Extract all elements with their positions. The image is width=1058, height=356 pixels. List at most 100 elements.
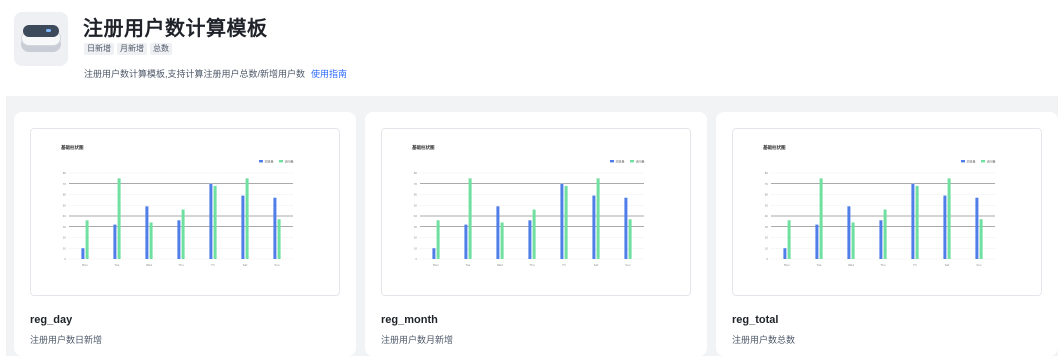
y-tick-label: 50 <box>765 203 769 207</box>
bar-series-a <box>879 220 883 259</box>
y-tick-label: 80 <box>63 171 67 175</box>
y-tick-label: 0 <box>415 257 417 261</box>
y-tick-label: 30 <box>765 225 769 229</box>
bar-series-a <box>560 183 564 259</box>
bar-series-a <box>464 224 468 259</box>
y-tick-label: 10 <box>765 246 769 250</box>
card-reg-day[interactable]: 基础柱状图 浏览量 访问量 0 10 20 30 40 50 60 70 80 Mon Tue Wed Thu… <box>14 112 356 356</box>
bar-series-b <box>851 222 855 259</box>
y-tick-label: 20 <box>63 236 67 240</box>
card-reg-month[interactable]: 基础柱状图 浏览量 访问量 0 10 20 30 40 50 60 70 80 Mon Tue Wed Thu… <box>365 112 707 356</box>
card-subtitle: 注册用户数日新增 <box>30 335 103 345</box>
x-tick-label: Sun <box>274 263 280 267</box>
legend-swatch <box>961 160 965 163</box>
y-tick-label: 10 <box>63 246 67 250</box>
bar-series-a <box>145 206 149 259</box>
bar-series-b <box>149 222 153 259</box>
bar-series-b <box>628 219 632 259</box>
bar-series-b <box>947 178 951 259</box>
bar-chart: 基础柱状图浏览量 访问量 0 10 20 30 40 50 60 70 80 Mon Tue Wed Thu… <box>412 144 645 267</box>
card-reg-total[interactable]: 基础柱状图 浏览量 访问量 0 10 20 30 40 50 60 70 80 Mon Tue Wed Thu… <box>716 112 1058 356</box>
chart-title: 基础柱状图 <box>763 144 786 151</box>
x-tick-label: Sat <box>594 263 599 267</box>
bar-series-a <box>432 248 436 259</box>
bar-series-a <box>624 197 628 259</box>
x-tick-label: Thu <box>177 263 183 267</box>
x-tick-label: Wed <box>848 263 854 267</box>
y-tick-label: 20 <box>765 236 769 240</box>
y-tick-label: 80 <box>414 171 418 175</box>
bar-series-a <box>528 220 532 259</box>
tag-daily: 日新增 <box>84 43 114 55</box>
legend-label: 访问量 <box>285 159 294 164</box>
bar-series-b <box>277 219 281 259</box>
card-title: reg_month <box>381 314 438 326</box>
bar-chart: 基础柱状图浏览量 访问量 0 10 20 30 40 50 60 70 80 Mon Tue Wed Thu… <box>61 144 294 267</box>
template-header: 注册用户数计算模板 日新增 月新增 总数 注册用户数计算模板,支持计算注册用户总… <box>0 0 1058 96</box>
bar-series-b <box>85 220 89 259</box>
bar-series-a <box>241 195 245 259</box>
legend-label: 浏览量 <box>265 159 274 164</box>
x-tick-label: Fri <box>562 263 566 267</box>
y-tick-label: 40 <box>414 214 418 218</box>
x-tick-label: Wed <box>146 263 152 267</box>
bar-series-a <box>911 183 915 259</box>
chart-preview: 基础柱状图 浏览量 访问量 0 10 20 30 40 50 60 70 80 Mon Tue Wed Thu… <box>732 128 1042 296</box>
legend-label: 浏览量 <box>616 159 625 164</box>
bar-series-a <box>113 224 117 259</box>
y-tick-label: 10 <box>414 246 418 250</box>
bar-series-b <box>468 178 472 259</box>
bar-series-a <box>847 206 851 259</box>
bar-series-b <box>181 209 185 259</box>
bar-series-b <box>500 222 504 259</box>
template-description: 注册用户数计算模板,支持计算注册用户总数/新增用户数 使用指南 <box>84 67 347 80</box>
bar-series-a <box>496 206 500 259</box>
x-tick-label: Sun <box>625 263 631 267</box>
legend-swatch <box>610 160 614 163</box>
page-title: 注册用户数计算模板 <box>83 18 268 40</box>
x-tick-label: Thu <box>879 263 885 267</box>
bar-series-a <box>783 248 787 259</box>
legend-swatch <box>259 160 263 163</box>
y-tick-label: 50 <box>63 203 67 207</box>
x-tick-label: Mon <box>433 263 439 267</box>
bar-series-b <box>436 220 440 259</box>
bar-series-b <box>883 209 887 259</box>
bar-series-a <box>592 195 596 259</box>
legend-swatch <box>981 160 985 163</box>
y-tick-label: 60 <box>414 193 418 197</box>
y-tick-label: 50 <box>414 203 418 207</box>
description-text: 注册用户数计算模板,支持计算注册用户总数/新增用户数 <box>84 69 306 79</box>
x-tick-label: Tue <box>816 263 822 267</box>
chart-preview: 基础柱状图 浏览量 访问量 0 10 20 30 40 50 60 70 80 Mon Tue Wed Thu… <box>381 128 691 296</box>
tag-list: 日新增 月新增 总数 <box>84 43 172 55</box>
x-tick-label: Sat <box>945 263 950 267</box>
card-title: reg_total <box>732 314 779 326</box>
y-tick-label: 60 <box>63 193 67 197</box>
bar-series-a <box>177 220 181 259</box>
legend-label: 浏览量 <box>967 159 976 164</box>
y-tick-label: 0 <box>64 257 66 261</box>
y-tick-label: 70 <box>414 182 418 186</box>
x-tick-label: Mon <box>82 263 88 267</box>
x-tick-label: Wed <box>497 263 503 267</box>
chart-preview: 基础柱状图 浏览量 访问量 0 10 20 30 40 50 60 70 80 Mon Tue Wed Thu… <box>30 128 340 296</box>
card-title: reg_day <box>30 314 73 326</box>
x-tick-label: Sat <box>243 263 248 267</box>
legend-label: 访问量 <box>987 159 996 164</box>
x-tick-label: Fri <box>211 263 215 267</box>
bar-series-a <box>81 248 85 259</box>
y-tick-label: 30 <box>63 225 67 229</box>
bar-series-a <box>975 197 979 259</box>
y-tick-label: 60 <box>765 193 769 197</box>
chart-title: 基础柱状图 <box>412 144 435 151</box>
x-tick-label: Sun <box>976 263 982 267</box>
y-tick-label: 80 <box>765 171 769 175</box>
bar-series-b <box>915 185 919 259</box>
bar-series-b <box>979 219 983 259</box>
bar-chart: 基础柱状图浏览量 访问量 0 10 20 30 40 50 60 70 80 Mon Tue Wed Thu… <box>763 144 996 267</box>
card-subtitle: 注册用户数总数 <box>732 335 796 345</box>
guide-link[interactable]: 使用指南 <box>311 69 347 79</box>
y-tick-label: 70 <box>765 182 769 186</box>
database-disk-icon <box>14 12 68 66</box>
